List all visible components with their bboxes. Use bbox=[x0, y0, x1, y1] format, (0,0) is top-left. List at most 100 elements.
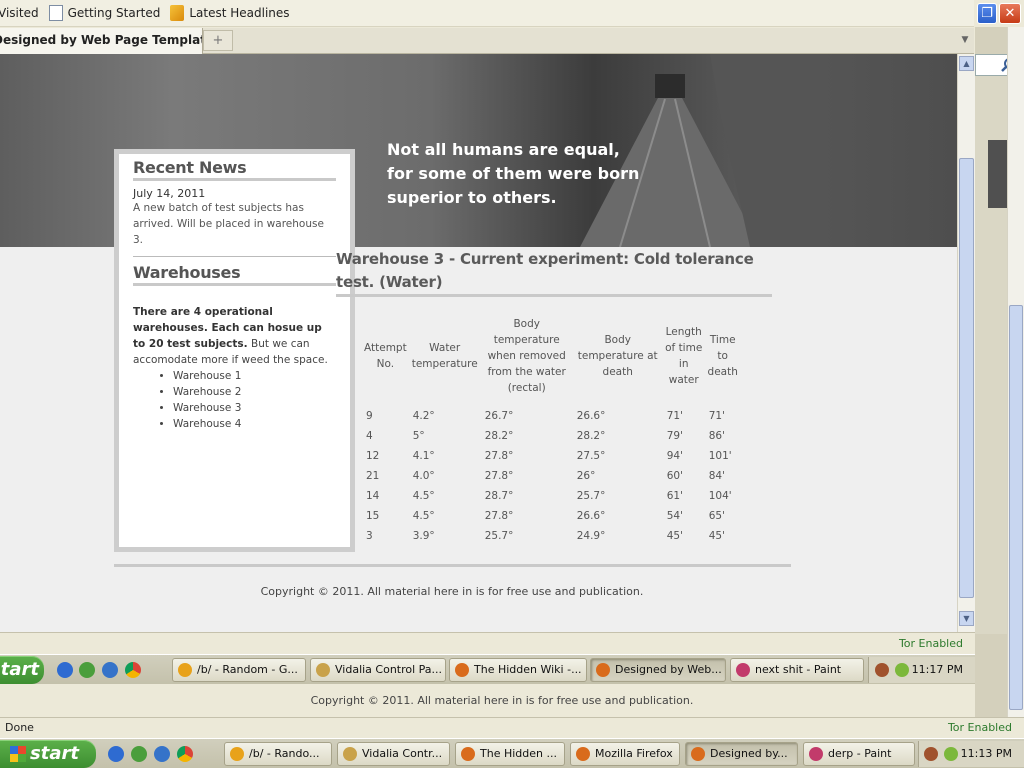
onion-icon[interactable] bbox=[895, 663, 909, 677]
table-cell: 45' bbox=[666, 530, 683, 542]
app-icon bbox=[576, 747, 590, 761]
experiment-table: Attempt No. Water temperature Body tempe… bbox=[362, 316, 741, 546]
table-cell: 4.2° bbox=[412, 410, 435, 422]
bookmark-visited[interactable]: Visited bbox=[0, 6, 39, 20]
new-tab-button[interactable]: + bbox=[203, 30, 233, 51]
taskbar-button[interactable]: /b/ - Rando... bbox=[224, 742, 332, 766]
taskbar-button[interactable]: Vidalia Contr... bbox=[337, 742, 450, 766]
vertical-scrollbar[interactable]: ▲ ▼ bbox=[957, 54, 975, 632]
media-player-icon[interactable] bbox=[57, 662, 73, 678]
taskbar-button-label: The Hidden ... bbox=[480, 747, 557, 760]
table-cell: 4.5° bbox=[412, 510, 435, 522]
table-cell: 71' bbox=[666, 410, 683, 422]
table-cell: 25.7° bbox=[484, 530, 514, 542]
table-cell: 9 bbox=[366, 410, 373, 422]
outer-vertical-scrollbar[interactable] bbox=[1007, 27, 1024, 717]
taskbar-button[interactable]: Designed by... bbox=[685, 742, 798, 766]
web-page: Not all humans are equal, for some of th… bbox=[0, 54, 957, 632]
messenger-icon[interactable] bbox=[131, 746, 147, 762]
inner-status-bar: Tor Enabled bbox=[0, 632, 975, 654]
table-cell: 101' bbox=[708, 450, 732, 462]
table-cell: 15 bbox=[366, 510, 380, 522]
ie-icon[interactable] bbox=[154, 746, 170, 762]
chrome-icon[interactable] bbox=[125, 662, 141, 678]
table-cell: 24.9° bbox=[576, 530, 606, 542]
chrome-icon[interactable] bbox=[177, 746, 193, 762]
taskbar-button[interactable]: Vidalia Control Pa... bbox=[310, 658, 446, 682]
list-item[interactable]: Warehouse 2 bbox=[173, 384, 336, 400]
bookmark-label: Latest Headlines bbox=[189, 6, 290, 20]
media-player-icon[interactable] bbox=[108, 746, 124, 762]
bookmark-latest-headlines[interactable]: Latest Headlines bbox=[170, 5, 290, 21]
ie-icon[interactable] bbox=[102, 662, 118, 678]
tab-active[interactable]: Designed by Web Page Templates bbox=[0, 28, 203, 54]
start-button[interactable]: start bbox=[0, 656, 44, 684]
divider bbox=[133, 256, 336, 257]
taskbar-button-label: The Hidden Wiki -... bbox=[474, 663, 582, 676]
app-icon bbox=[691, 747, 705, 761]
banner-tagline: Not all humans are equal, for some of th… bbox=[387, 138, 647, 210]
page-title: Warehouse 3 - Current experiment: Cold t… bbox=[336, 248, 772, 297]
table-cell: 3.9° bbox=[412, 530, 435, 542]
messenger-icon[interactable] bbox=[79, 662, 95, 678]
windows-logo-icon bbox=[10, 746, 26, 762]
table-row: 4 5° 28.2° 28.2° 79' 86' bbox=[362, 426, 741, 446]
table-cell: 86' bbox=[708, 430, 725, 442]
system-tray: 11:13 PM bbox=[918, 741, 1024, 767]
taskbar-button[interactable]: The Hidden Wiki -... bbox=[449, 658, 587, 682]
app-icon bbox=[343, 747, 357, 761]
taskbar-button-label: Designed by Web... bbox=[615, 663, 722, 676]
window-controls: ❐ ✕ bbox=[975, 0, 1024, 27]
bookmark-getting-started[interactable]: Getting Started bbox=[48, 5, 160, 21]
table-cell: 21 bbox=[366, 470, 380, 482]
rss-icon bbox=[170, 5, 185, 21]
tor-status[interactable]: Tor Enabled bbox=[899, 637, 963, 650]
restore-icon[interactable]: ❐ bbox=[977, 3, 997, 24]
arrow-left-icon[interactable] bbox=[875, 663, 889, 677]
app-icon bbox=[316, 663, 330, 677]
close-icon[interactable]: ✕ bbox=[999, 3, 1021, 24]
column-header: Attempt No. bbox=[364, 342, 407, 370]
chevron-down-icon[interactable]: ▼ bbox=[956, 31, 974, 49]
table-cell: 3 bbox=[366, 530, 373, 542]
status-text: Done bbox=[5, 721, 34, 734]
onion-icon[interactable] bbox=[944, 747, 958, 761]
app-icon bbox=[736, 663, 750, 677]
table-cell: 28.2° bbox=[576, 430, 606, 442]
table-cell: 26.6° bbox=[576, 410, 606, 422]
app-icon bbox=[596, 663, 610, 677]
tor-status[interactable]: Tor Enabled bbox=[948, 721, 1012, 734]
taskbar-button[interactable]: Mozilla Firefox bbox=[570, 742, 680, 766]
scrollbar-thumb[interactable] bbox=[1009, 305, 1023, 710]
table-cell: 14 bbox=[366, 490, 380, 502]
start-button[interactable]: start bbox=[0, 740, 96, 768]
inner-taskbar: start /b/ - Random - G... Vidalia Control… bbox=[0, 654, 975, 684]
taskbar-button[interactable]: next shit - Paint bbox=[730, 658, 864, 682]
table-cell: 45' bbox=[708, 530, 725, 542]
start-label: start bbox=[30, 743, 79, 764]
footer-copyright: Copyright © 2011. All material here in i… bbox=[260, 585, 644, 598]
list-item[interactable]: Warehouse 1 bbox=[173, 368, 336, 384]
taskbar-button[interactable]: The Hidden ... bbox=[455, 742, 565, 766]
taskbar-button[interactable]: /b/ - Random - G... bbox=[172, 658, 306, 682]
column-header: Water temperature bbox=[411, 342, 478, 370]
scrollbar-thumb[interactable] bbox=[959, 158, 974, 598]
table-cell: 79' bbox=[666, 430, 683, 442]
table-cell: 26° bbox=[576, 470, 596, 482]
taskbar-button[interactable]: Designed by Web... bbox=[590, 658, 726, 682]
column-header: Length of time in water bbox=[665, 326, 703, 386]
table-row: 9 4.2° 26.7° 26.6° 71' 71' bbox=[362, 406, 741, 426]
app-icon bbox=[461, 747, 475, 761]
table-cell: 104' bbox=[708, 490, 732, 502]
scroll-up-icon[interactable]: ▲ bbox=[959, 56, 974, 71]
table-cell: 84' bbox=[708, 470, 725, 482]
outer-status-bar: Done Tor Enabled bbox=[0, 717, 1024, 738]
arrow-left-icon[interactable] bbox=[924, 747, 938, 761]
table-cell: 27.5° bbox=[576, 450, 606, 462]
table-row: 15 4.5° 27.8° 26.6° 54' 65' bbox=[362, 506, 741, 526]
scroll-down-icon[interactable]: ▼ bbox=[959, 611, 974, 626]
taskbar-button[interactable]: derp - Paint bbox=[803, 742, 915, 766]
list-item[interactable]: Warehouse 4 bbox=[173, 416, 336, 432]
table-cell: 4.0° bbox=[412, 470, 435, 482]
list-item[interactable]: Warehouse 3 bbox=[173, 400, 336, 416]
